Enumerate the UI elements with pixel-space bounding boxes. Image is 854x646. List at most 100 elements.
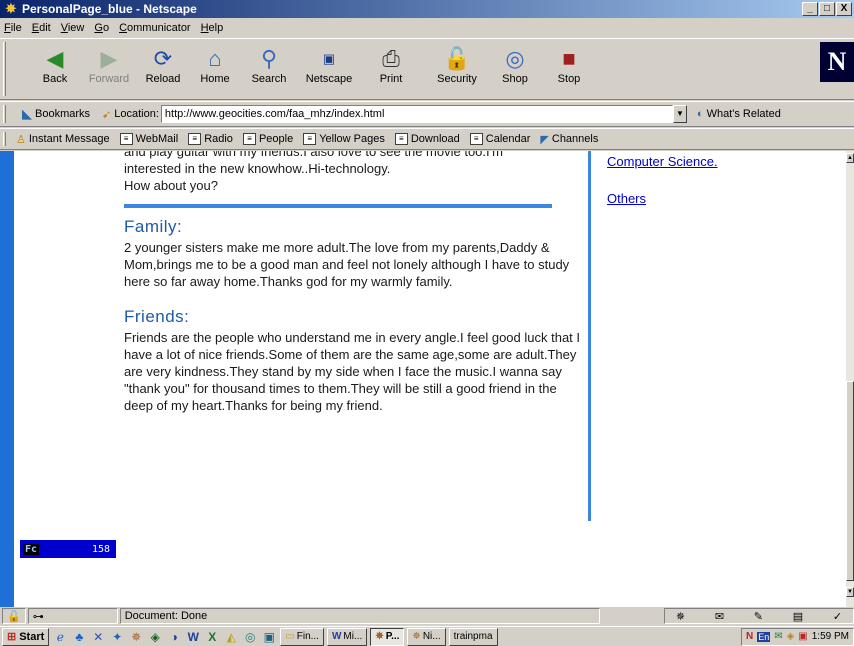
menu-go[interactable]: Go [94, 22, 109, 34]
task-netscape[interactable]: ✵ Ni... [407, 627, 446, 646]
maximize-button[interactable]: □ [819, 2, 835, 16]
reload-icon: ⟳ [153, 46, 173, 71]
quicklaunch-icon[interactable]: ✕ [90, 629, 106, 645]
shop-button[interactable]: ◎ Shop [490, 43, 540, 95]
netscape-app-icon: ✵ [5, 1, 17, 16]
ie-icon[interactable]: ℯ [52, 629, 68, 645]
whats-related-button[interactable]: ◐ What's Related [697, 108, 781, 120]
desktop-icon[interactable]: ▣ [261, 629, 277, 645]
calendar-link[interactable]: ≡ Calendar [469, 133, 530, 145]
security-button[interactable]: 🔓 Security [432, 43, 482, 95]
home-button[interactable]: ⌂ Home [190, 43, 240, 95]
word-icon[interactable]: W [185, 629, 201, 645]
task-netscape-active[interactable]: ✵ P... [370, 627, 405, 646]
quicklaunch-icon[interactable]: ◭ [223, 629, 239, 645]
tray-icon[interactable]: ✉ [774, 631, 782, 642]
friends-heading: Friends: [124, 307, 190, 326]
print-button[interactable]: ⎙ Print [366, 43, 416, 95]
quicklaunch-icon[interactable]: ✵ [128, 629, 144, 645]
security-lock-icon: 🔓 [7, 610, 21, 623]
navigator-icon[interactable]: ✵ [676, 610, 685, 623]
quicklaunch-icon[interactable]: ♣ [71, 629, 87, 645]
start-button[interactable]: ⊞ Start [2, 627, 50, 646]
stop-icon: ■ [562, 46, 576, 71]
channels-folder-icon: ◤ [540, 133, 549, 146]
excel-icon[interactable]: X [204, 629, 220, 645]
people-link[interactable]: ≡ People [242, 133, 293, 145]
menu-communicator[interactable]: Communicator [119, 22, 191, 34]
scroll-down-button[interactable]: ▼ [846, 587, 854, 597]
location-toolbar: ◣ Bookmarks ➹ Location: ▼ ◐ What's Relat… [0, 101, 854, 127]
lock-icon: 🔓 [443, 46, 471, 71]
print-icon: ⎙ [382, 46, 400, 71]
back-button[interactable]: ◀ Back [30, 43, 80, 95]
counter-logo: Fc [23, 543, 40, 555]
netscape-button[interactable]: ▣ Netscape [304, 43, 354, 95]
intro-line: and play guitar with my friends.I also l… [124, 151, 503, 159]
scroll-up-button[interactable]: ▲ [846, 153, 854, 163]
netscape-logo[interactable]: N [820, 42, 854, 82]
security-status[interactable]: 🔓 [2, 608, 26, 624]
whats-related-icon: ◐ [696, 108, 704, 120]
toolbar-grip[interactable] [3, 132, 6, 146]
family-heading: Family: [124, 217, 183, 236]
webmail-link[interactable]: ≡ WebMail [119, 133, 178, 145]
windows-logo-icon: ⊞ [7, 631, 17, 643]
url-dropdown-button[interactable]: ▼ [672, 105, 687, 123]
page-content[interactable]: and play guitar with my friends.I also l… [0, 151, 846, 607]
newsgroup-icon[interactable]: ✓ [833, 610, 842, 623]
stop-button[interactable]: ■ Stop [544, 43, 594, 95]
yellow-pages-link[interactable]: ≡ Yellow Pages [303, 133, 385, 145]
addressbook-icon[interactable]: ▤ [793, 610, 803, 623]
tray-icon[interactable]: ◈ [787, 631, 795, 642]
close-button[interactable]: X [836, 2, 852, 16]
language-icon[interactable]: En [757, 631, 771, 642]
forward-button[interactable]: ▶ Forward [84, 43, 134, 95]
task-find[interactable]: ▭ Fin... [280, 627, 324, 646]
netscape-icon: ✵ [412, 631, 421, 642]
task-trainpma[interactable]: trainpma [448, 627, 498, 646]
section-divider [124, 204, 552, 208]
search-button[interactable]: ⚲ Search [244, 43, 294, 95]
clock[interactable]: 1:59 PM [812, 631, 849, 642]
quicklaunch-icon[interactable]: ◈ [147, 629, 163, 645]
decorative-curve-inner [0, 151, 110, 607]
menu-file[interactable]: File [4, 22, 22, 34]
channels-link[interactable]: ◤ Channels [540, 133, 598, 146]
menu-view[interactable]: View [61, 22, 85, 34]
friends-paragraph: Friends are the people who understand me… [124, 330, 581, 413]
bookmark-page-icon: ≡ [242, 133, 256, 145]
quicklaunch-icon[interactable]: ◎ [242, 629, 258, 645]
bookmark-page-icon: ≡ [188, 133, 202, 145]
quicklaunch-icon[interactable]: ✦ [109, 629, 125, 645]
netscape-tray-icon[interactable]: N [746, 631, 753, 642]
composer-icon[interactable]: ✎ [754, 610, 763, 623]
menu-help[interactable]: Help [201, 22, 224, 34]
reload-button[interactable]: ⟳ Reload [138, 43, 188, 95]
computer-science-link[interactable]: Computer Science. [607, 153, 718, 170]
download-link[interactable]: ≡ Download [394, 133, 460, 145]
menu-edit[interactable]: Edit [32, 22, 51, 34]
folder-icon: ▭ [285, 631, 295, 642]
bookmarks-icon: ◣ [22, 106, 32, 121]
page-proxy-icon[interactable]: ➹ [102, 108, 111, 121]
vertical-scrollbar[interactable]: ▲ ▼ [846, 151, 854, 607]
minimize-button[interactable]: _ [802, 2, 818, 16]
bookmarks-button[interactable]: ◣ Bookmarks [22, 106, 90, 122]
task-word[interactable]: W Mi... [326, 627, 368, 646]
scroll-thumb[interactable] [846, 381, 854, 581]
tray-icon[interactable]: ▣ [798, 631, 807, 642]
instant-message-link[interactable]: ♙ Instant Message [16, 133, 110, 146]
toolbar-grip[interactable] [3, 105, 6, 123]
personal-toolbar: ♙ Instant Message ≡ WebMail ≡ Radio ≡ People… [0, 128, 854, 150]
column-divider [588, 151, 591, 521]
quicklaunch-icon[interactable]: ◑ [166, 629, 182, 645]
url-input[interactable] [160, 105, 673, 123]
system-tray: N En ✉ ◈ ▣ 1:59 PM [740, 627, 854, 646]
toolbar-grip[interactable] [3, 42, 6, 96]
radio-link[interactable]: ≡ Radio [188, 133, 233, 145]
forward-arrow-icon: ▶ [100, 46, 118, 71]
shop-icon: ◎ [505, 46, 525, 71]
others-link[interactable]: Others [607, 190, 718, 207]
mail-icon[interactable]: ✉ [715, 610, 724, 623]
